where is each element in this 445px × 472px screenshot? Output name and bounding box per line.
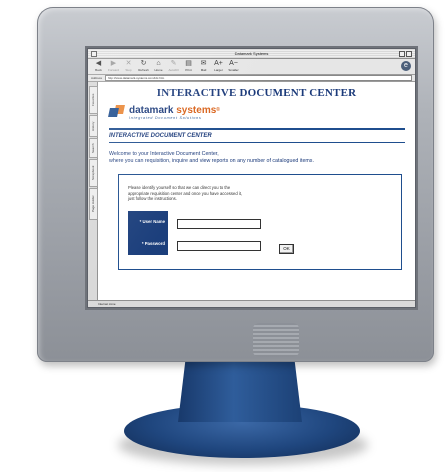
login-panel: Please identify yourself so that we can … bbox=[118, 174, 402, 270]
login-instructions: Please identify yourself so that we can … bbox=[128, 185, 243, 201]
sidebar-tab-history[interactable]: History bbox=[89, 115, 98, 137]
brand-name: datamark systems® bbox=[129, 105, 220, 116]
sidebar-tab-search[interactable]: Search bbox=[89, 138, 98, 158]
address-label: Address bbox=[91, 76, 103, 80]
brand-tagline: Integrated Document Solutions bbox=[129, 116, 202, 120]
username-label: * User Name bbox=[139, 219, 165, 224]
page-title: INTERACTIVE DOCUMENT CENTER bbox=[156, 87, 357, 99]
autofill-icon: ✎ bbox=[170, 60, 177, 67]
home-button[interactable]: ⌂ Home bbox=[152, 60, 165, 74]
autofill-button[interactable]: ✎ AutoFill bbox=[167, 60, 180, 74]
stop-button[interactable]: ✕ Stop bbox=[122, 60, 135, 74]
url-field[interactable]: http://www.datamark-systems.com/idc.htm bbox=[105, 75, 412, 81]
stop-icon: ✕ bbox=[125, 60, 132, 67]
monitor-neck bbox=[178, 360, 302, 422]
window-title: Datamark Systems bbox=[234, 51, 269, 56]
forward-arrow-icon: ▶ bbox=[110, 60, 117, 67]
login-label-column: * User Name * Password bbox=[128, 211, 168, 255]
browser-toolbar: ◀ Back ▶ Forward ✕ Stop ↻ Refresh ⌂ Home… bbox=[88, 59, 415, 75]
browser-window: Datamark Systems ◀ Back ▶ Forward ✕ Stop… bbox=[87, 48, 416, 308]
title-bar: Datamark Systems bbox=[88, 49, 415, 59]
refresh-icon: ↻ bbox=[140, 60, 147, 67]
smaller-text-button[interactable]: A− Smaller bbox=[227, 60, 240, 74]
status-bar: Internet zone bbox=[88, 300, 415, 307]
close-box-icon[interactable] bbox=[91, 51, 97, 57]
print-button[interactable]: ▤ Print bbox=[182, 60, 195, 74]
section-title: INTERACTIVE DOCUMENT CENTER bbox=[109, 133, 212, 139]
mail-icon: ✉ bbox=[200, 60, 207, 67]
welcome-text: Welcome to your Interactive Document Cen… bbox=[109, 151, 314, 164]
password-input[interactable] bbox=[177, 241, 261, 251]
smaller-text-icon: A− bbox=[229, 60, 238, 67]
bezel-speaker-grille bbox=[253, 323, 299, 357]
collapse-box-icon[interactable] bbox=[406, 51, 412, 57]
explorer-sidebar: Favorites History Search Scrapbook Page … bbox=[88, 82, 98, 301]
sidebar-tab-scrapbook[interactable]: Scrapbook bbox=[89, 159, 98, 187]
larger-text-button[interactable]: A+ Larger bbox=[212, 60, 225, 74]
home-icon: ⌂ bbox=[156, 60, 161, 67]
section-divider bbox=[109, 142, 405, 143]
sidebar-tab-favorites[interactable]: Favorites bbox=[89, 86, 98, 114]
back-button[interactable]: ◀ Back bbox=[92, 60, 105, 74]
zoom-box-icon[interactable] bbox=[399, 51, 405, 57]
mail-button[interactable]: ✉ Mail bbox=[197, 60, 210, 74]
browser-content: Favorites History Search Scrapbook Page … bbox=[88, 82, 415, 301]
password-label: * Password bbox=[141, 241, 165, 246]
browser-logo-icon: e bbox=[401, 61, 411, 71]
refresh-button[interactable]: ↻ Refresh bbox=[137, 60, 150, 74]
larger-text-icon: A+ bbox=[214, 60, 223, 67]
back-arrow-icon: ◀ bbox=[95, 60, 102, 67]
datamark-logo: datamark systems® Integrated Document So… bbox=[108, 105, 220, 120]
ok-button[interactable]: OK bbox=[279, 244, 294, 254]
username-input[interactable] bbox=[177, 219, 261, 229]
web-page: INTERACTIVE DOCUMENT CENTER datamark sys… bbox=[98, 82, 415, 301]
print-icon: ▤ bbox=[185, 60, 192, 67]
address-bar: Address http://www.datamark-systems.com/… bbox=[88, 75, 415, 82]
datamark-logo-icon bbox=[108, 105, 126, 119]
header-divider bbox=[109, 128, 405, 130]
forward-button[interactable]: ▶ Forward bbox=[107, 60, 120, 74]
sidebar-tab-page-holder[interactable]: Page Holder bbox=[89, 188, 98, 220]
